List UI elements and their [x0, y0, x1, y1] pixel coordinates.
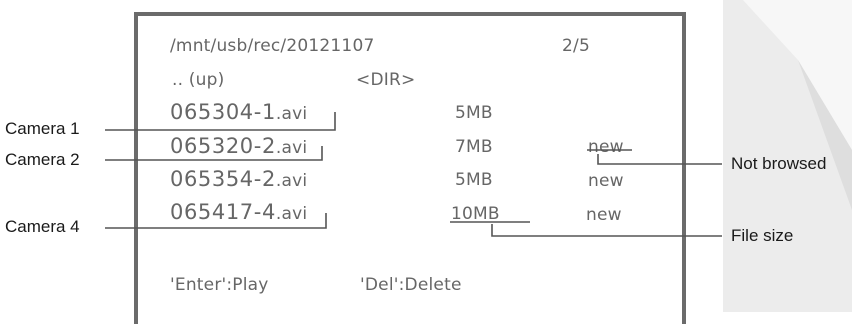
not-browsed-callout-label: Not browsed: [731, 154, 827, 173]
file-size-leader-line: [491, 224, 722, 237]
camera2-leader-line: [105, 146, 323, 161]
camera4-callout-label: Camera 4: [5, 217, 80, 236]
camera2-callout-label: Camera 2: [5, 150, 80, 169]
callout-lines: [105, 112, 722, 237]
camera1-callout-label: Camera 1: [5, 119, 80, 138]
not-browsed-leader-line: [597, 154, 722, 165]
camera1-leader-line: [105, 112, 336, 131]
camera4-leader-line: [105, 213, 327, 229]
file-size-callout-label: File size: [731, 226, 794, 245]
